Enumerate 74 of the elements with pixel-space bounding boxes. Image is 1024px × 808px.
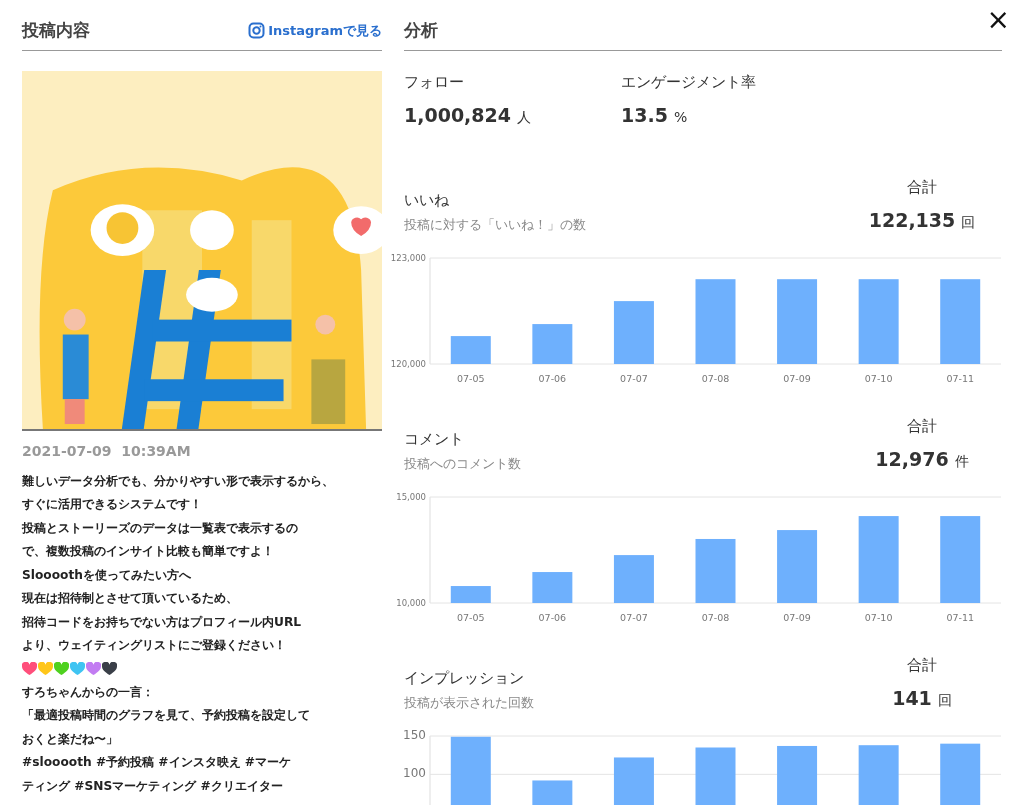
bar: [695, 747, 736, 805]
axis-label: 07-11: [946, 611, 974, 623]
total-label: 合計: [906, 415, 938, 437]
axis-label: 10,000: [396, 597, 426, 608]
post-text-line: 難しいデータ分析でも、分かりやすい形で表示するから、: [22, 472, 335, 490]
instagram-link[interactable]: Instagramで見る: [248, 21, 382, 41]
metric-subtitle: 投稿が表示された回数: [404, 694, 534, 712]
axis-label: 07-06: [538, 372, 567, 384]
axis-label: 07-09: [783, 372, 811, 384]
post-text-line: 現在は招待制とさせて頂いているため、: [22, 590, 239, 607]
stat-value: 1,000,824: [404, 104, 511, 126]
total-value: 12,976: [875, 448, 949, 470]
axis-label: 07-06: [538, 611, 567, 623]
bar: [450, 736, 491, 805]
axis-label: 123,000: [390, 252, 426, 263]
axis-label: 07-05: [457, 611, 485, 623]
metric-title: コメント: [404, 428, 465, 450]
section-title: 分析: [404, 19, 438, 42]
post-text-line: 投稿とストーリーズのデータは一覧表で表示するの: [22, 519, 299, 537]
metric-title: いいね: [404, 189, 450, 211]
bar: [613, 554, 654, 603]
bar: [450, 335, 491, 364]
total-value: 141: [892, 687, 932, 709]
axis-label: 150: [403, 728, 426, 742]
stat-label: エンゲージメント率: [621, 71, 756, 93]
axis-label: 07-10: [864, 372, 893, 384]
metric-subtitle: 投稿に対する「いいね！」の数: [404, 216, 586, 234]
axis-label: 07-05: [457, 372, 485, 384]
stat-unit: %: [673, 109, 688, 125]
post-text-line: Sloooothを使ってみたい方へ: [22, 566, 192, 584]
axis-label: 07-07: [620, 372, 648, 384]
section-title: 投稿内容: [22, 19, 90, 42]
stat-value: 13.5: [621, 104, 668, 126]
stat-label: フォロー: [404, 71, 465, 93]
bar: [532, 323, 573, 364]
post-text-line: おくと楽だね〜」: [22, 730, 119, 748]
total-unit: 回: [961, 214, 976, 230]
bar: [777, 745, 818, 805]
bar: [532, 779, 573, 805]
stat-unit: 人: [517, 109, 531, 125]
bar: [532, 571, 573, 603]
total-value: 122,135: [868, 209, 956, 231]
bar: [450, 585, 491, 603]
axis-label: 07-09: [783, 611, 811, 623]
post-text-line: #slooooth #予約投稿 #インスタ映え #マーケ: [22, 754, 292, 771]
camera-icon: [248, 22, 266, 40]
total-label: 合計: [906, 654, 938, 676]
axis-label: 15,000: [396, 491, 426, 502]
axis-label: 100: [403, 765, 426, 780]
metric-subtitle: 投稿へのコメント数: [404, 455, 521, 473]
bar: [858, 744, 899, 805]
post-text-line: 「最適投稿時間のグラフを見て、予約投稿を設定して: [22, 707, 311, 724]
total-unit: 回: [937, 692, 952, 708]
axis-label: 07-08: [701, 611, 730, 623]
post-date: 2021-07-09 10:39AM: [22, 441, 192, 461]
post-text-line: で、複数投稿のインサイト比較も簡単ですよ！: [22, 543, 275, 560]
post-text-line: ティング #SNSマーケティング #クリエイター: [22, 777, 284, 795]
post-text-line: すぐに活用できるシステムです！: [22, 496, 203, 513]
axis-label: 07-11: [946, 372, 974, 384]
metric-title: インプレッション: [404, 667, 525, 689]
total-unit: 件: [954, 453, 969, 469]
axis-label: 07-07: [620, 611, 648, 623]
bar: [695, 538, 736, 603]
close-button[interactable]: ×: [984, 6, 1012, 34]
total-label: 合計: [906, 176, 938, 198]
bar: [613, 300, 654, 364]
axis-label: 120,000: [390, 358, 426, 369]
post-text-line: 招待コードをお持ちでない方はプロフィール内URL: [22, 613, 303, 631]
post-text-line: より、ウェイティングリストにご登録ください！: [22, 637, 287, 654]
post-text-line: すろちゃんからの一言：: [22, 683, 155, 701]
bar: [613, 756, 654, 805]
bar: [940, 743, 981, 805]
axis-label: 07-10: [864, 611, 893, 623]
axis-label: 07-08: [701, 372, 730, 384]
